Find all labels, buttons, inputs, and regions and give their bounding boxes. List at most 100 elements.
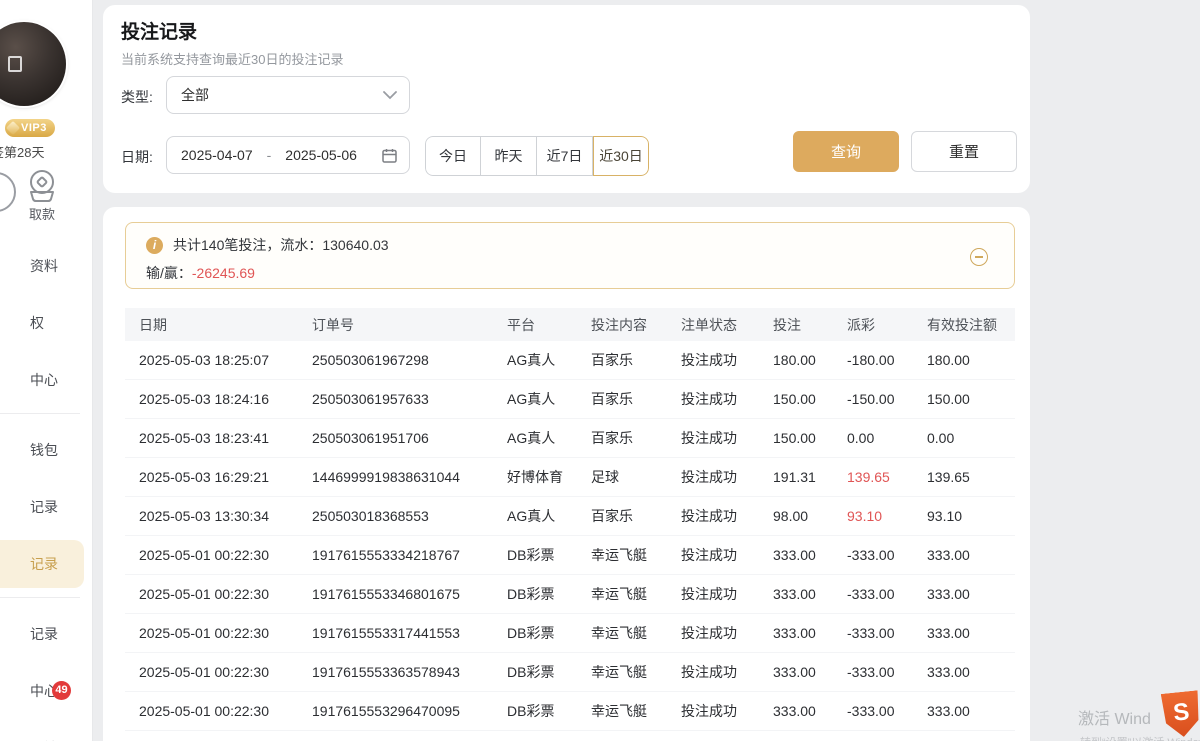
sidebar-item-6[interactable]: 记录 (0, 610, 93, 658)
cell-bet: 333.00 (759, 703, 833, 719)
table-header-row: 日期订单号平台投注内容注单状态投注派彩有效投注额 (125, 308, 1015, 341)
table-row[interactable]: 2025-05-01 00:22:30 1917615553317441553 … (125, 614, 1015, 653)
cell-order: 1917615553317441553 (298, 625, 493, 641)
cell-order: 250503061951706 (298, 430, 493, 446)
date-label: 日期: (121, 147, 153, 167)
cell-bet: 180.00 (759, 352, 833, 368)
gem-icon (6, 121, 20, 135)
cell-date: 2025-05-03 18:24:16 (125, 391, 298, 407)
sidebar-item-8[interactable]: 反馈 (0, 724, 93, 741)
withdraw-icon (23, 168, 61, 202)
cell-platform: DB彩票 (493, 623, 577, 643)
table-row[interactable]: 2025-05-03 18:23:41 250503061951706 AG真人… (125, 419, 1015, 458)
table-row[interactable]: 2025-05-01 00:22:30 1917615553334218767 … (125, 536, 1015, 575)
sidebar-item-4[interactable]: 记录 (0, 483, 93, 531)
cell-platform: 好博体育 (493, 467, 577, 487)
cell-order: 1446999919838631044 (298, 469, 493, 485)
sidebar-menu: 资料权中心钱包记录记录记录中心49反馈 (0, 242, 93, 741)
cell-status: 投注成功 (667, 545, 759, 565)
collapse-icon[interactable] (970, 248, 988, 266)
cell-bet: 150.00 (759, 430, 833, 446)
cell-payout: -150.00 (833, 391, 913, 407)
table-header-cell: 日期 (125, 315, 298, 335)
sidebar-item-1[interactable]: 权 (0, 299, 93, 347)
table-row[interactable]: 2025-05-03 16:29:21 1446999919838631044 … (125, 458, 1015, 497)
quick-date-2[interactable]: 近7日 (537, 136, 593, 176)
menu-divider (0, 597, 80, 598)
winloss-value: -26245.69 (192, 265, 255, 281)
cell-payout: 93.10 (833, 508, 913, 524)
quick-date-3[interactable]: 近30日 (593, 136, 649, 176)
cell-bet: 333.00 (759, 664, 833, 680)
table-row[interactable]: 2025-05-03 18:25:07 250503061967298 AG真人… (125, 341, 1015, 380)
table-header-cell: 有效投注额 (913, 315, 1015, 335)
brand-shield-icon[interactable]: S (1161, 690, 1200, 739)
cell-valid: 93.10 (913, 508, 1015, 524)
reset-button[interactable]: 重置 (911, 131, 1017, 172)
table-row[interactable]: 2025-05-01 00:22:30 1917615553346801675 … (125, 575, 1015, 614)
page-title: 投注记录 (121, 17, 197, 44)
table-header-cell: 平台 (493, 315, 577, 335)
withdraw-button[interactable]: 取款 (16, 168, 68, 223)
chevron-down-icon (383, 91, 397, 100)
cell-valid: 150.00 (913, 391, 1015, 407)
table-header-cell: 投注内容 (577, 315, 667, 335)
table-row[interactable]: 2025-05-03 13:30:34 250503018368553 AG真人… (125, 497, 1015, 536)
type-label: 类型: (121, 87, 153, 107)
date-range-input[interactable]: 2025-04-07 - 2025-05-06 (166, 136, 410, 174)
date-start-value: 2025-04-07 (181, 147, 253, 163)
brand-shield-letter: S (1172, 700, 1190, 726)
quick-date-1[interactable]: 昨天 (481, 136, 537, 176)
cell-content: 幸运飞艇 (577, 662, 667, 682)
cell-bet: 191.31 (759, 469, 833, 485)
cell-content: 百家乐 (577, 428, 667, 448)
vip-badge-label: VIP3 (21, 122, 47, 134)
deposit-icon[interactable] (0, 172, 16, 212)
cell-order: 1917615553363578943 (298, 664, 493, 680)
table-header-cell: 订单号 (298, 315, 493, 335)
calendar-icon (382, 148, 397, 163)
cell-date: 2025-05-03 13:30:34 (125, 508, 298, 524)
cell-payout: -333.00 (833, 703, 913, 719)
search-button[interactable]: 查询 (793, 131, 899, 172)
cell-valid: 333.00 (913, 547, 1015, 563)
cell-status: 投注成功 (667, 467, 759, 487)
cell-content: 百家乐 (577, 506, 667, 526)
date-end-value: 2025-05-06 (285, 147, 357, 163)
cell-order: 1917615553346801675 (298, 586, 493, 602)
sidebar-item-2[interactable]: 中心 (0, 356, 93, 404)
sidebar-item-0[interactable]: 资料 (0, 242, 93, 290)
date-separator: - (267, 147, 272, 163)
user-avatar[interactable] (0, 22, 66, 106)
cell-date: 2025-05-03 18:23:41 (125, 430, 298, 446)
type-select[interactable]: 全部 (166, 76, 410, 114)
cell-content: 百家乐 (577, 389, 667, 409)
sidebar-item-5[interactable]: 记录 (0, 540, 84, 588)
cell-platform: AG真人 (493, 389, 577, 409)
table-header-cell: 注单状态 (667, 315, 759, 335)
filter-panel: 投注记录 当前系统支持查询最近30日的投注记录 类型: 全部 日期: 2025-… (103, 5, 1030, 193)
menu-divider (0, 413, 80, 414)
cell-date: 2025-05-03 16:29:21 (125, 469, 298, 485)
cell-content: 幸运飞艇 (577, 584, 667, 604)
cell-valid: 333.00 (913, 625, 1015, 641)
avatar-photo-detail (8, 56, 22, 72)
cell-status: 投注成功 (667, 350, 759, 370)
sidebar: VIP3 签第28天 取款 资料权中心钱包记录记录记录中心49反馈 (0, 0, 93, 741)
cell-date: 2025-05-03 18:25:07 (125, 352, 298, 368)
cell-date: 2025-05-01 00:22:30 (125, 586, 298, 602)
table-body: 2025-05-03 18:25:07 250503061967298 AG真人… (125, 341, 1015, 731)
summary-box: i 共计140笔投注，流水：130640.03 输/赢：-26245.69 (125, 222, 1015, 289)
sidebar-item-3[interactable]: 钱包 (0, 426, 93, 474)
cell-payout: 0.00 (833, 430, 913, 446)
cell-platform: AG真人 (493, 350, 577, 370)
cell-status: 投注成功 (667, 701, 759, 721)
quick-date-0[interactable]: 今日 (425, 136, 481, 176)
table-row[interactable]: 2025-05-01 00:22:30 1917615553296470095 … (125, 692, 1015, 731)
table-row[interactable]: 2025-05-01 00:22:30 1917615553363578943 … (125, 653, 1015, 692)
notification-badge: 49 (52, 681, 71, 700)
cell-bet: 333.00 (759, 586, 833, 602)
table-row[interactable]: 2025-05-03 18:24:16 250503061957633 AG真人… (125, 380, 1015, 419)
cell-platform: AG真人 (493, 428, 577, 448)
sidebar-item-7[interactable]: 中心49 (0, 667, 93, 715)
